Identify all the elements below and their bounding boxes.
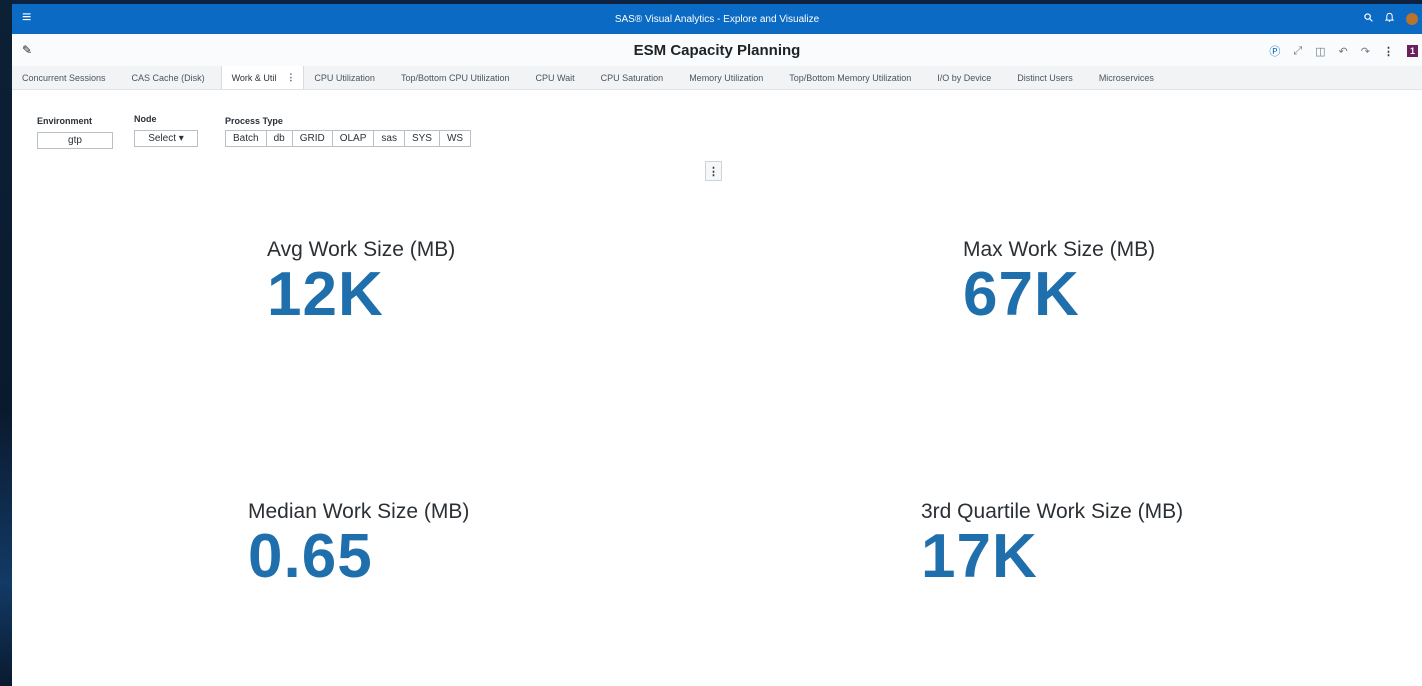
report-toolbar: Ⓟ ⤢ ◫ ↶ ↷ ⋮ 1 (1269, 43, 1418, 59)
process-type-option[interactable]: Batch (225, 130, 267, 147)
redo-icon[interactable]: ↷ (1361, 45, 1370, 58)
report-titlebar: ✎ ESM Capacity Planning Ⓟ ⤢ ◫ ↶ ↷ ⋮ 1 (12, 34, 1422, 66)
object-menu-icon[interactable]: ⋮ (705, 161, 722, 181)
expand-icon[interactable]: ⤢ (1293, 45, 1302, 58)
search-icon[interactable] (1364, 12, 1373, 25)
process-type-option[interactable]: db (266, 130, 293, 147)
bell-icon[interactable] (1384, 12, 1395, 25)
kpi-median-work-size: Median Work Size (MB) 0.65 (248, 500, 469, 588)
app-header-icons (1364, 12, 1418, 25)
tab-memory-utilization[interactable]: Memory Utilization (679, 66, 779, 89)
tab-options-icon[interactable]: ⋮ (286, 72, 295, 83)
more-icon[interactable]: ⋮ (1383, 45, 1394, 58)
process-type-control: Process Type Batch db GRID OLAP sas SYS … (225, 116, 472, 147)
node-label: Node (134, 114, 157, 124)
tab-cpu-wait[interactable]: CPU Wait (525, 66, 590, 89)
kpi-value: 17K (921, 522, 1038, 591)
node-control: Node Select ▾ (134, 114, 198, 147)
node-dropdown[interactable]: Select ▾ (134, 130, 198, 147)
kpi-label: 3rd Quartile Work Size (MB) (921, 500, 1184, 523)
tab-work-util[interactable]: Work & Util ⋮ (220, 66, 305, 89)
kpi-value: 0.65 (248, 522, 373, 591)
kpi-avg-work-size: Avg Work Size (MB) 12K (267, 238, 455, 326)
tab-concurrent-sessions[interactable]: Concurrent Sessions (12, 66, 122, 89)
undo-icon[interactable]: ↶ (1339, 45, 1348, 58)
kpi-label: Max Work Size (MB) (963, 238, 1156, 261)
process-type-option[interactable]: OLAP (332, 130, 375, 147)
tab-top-bottom-memory-utilization[interactable]: Top/Bottom Memory Utilization (779, 66, 927, 89)
environment-label: Environment (37, 116, 93, 126)
kpi-value: 67K (963, 260, 1080, 329)
app-header: ≡ SAS® Visual Analytics - Explore and Vi… (12, 4, 1422, 34)
hamburger-icon[interactable]: ≡ (22, 10, 31, 26)
kpi-label: Avg Work Size (MB) (267, 238, 456, 261)
tab-cpu-saturation[interactable]: CPU Saturation (591, 66, 680, 89)
process-type-button-bar: Batch db GRID OLAP sas SYS WS (225, 130, 472, 147)
report-title: ESM Capacity Planning (633, 41, 801, 59)
tab-top-bottom-cpu-utilization[interactable]: Top/Bottom CPU Utilization (391, 66, 526, 89)
tab-microservices[interactable]: Microservices (1089, 66, 1170, 89)
app-title: SAS® Visual Analytics - Explore and Visu… (614, 13, 820, 25)
page-tabs: Concurrent Sessions CAS Cache (Disk) Wor… (12, 66, 1422, 90)
kpi-value: 12K (267, 260, 384, 329)
user-badge[interactable]: 1 (1406, 45, 1418, 57)
layout-icon[interactable]: ◫ (1315, 45, 1325, 58)
environment-field[interactable]: gtp (37, 132, 113, 149)
kpi-label: Median Work Size (MB) (248, 500, 470, 523)
tab-io-by-device[interactable]: I/O by Device (927, 66, 1007, 89)
tab-distinct-users[interactable]: Distinct Users (1007, 66, 1089, 89)
process-type-option[interactable]: GRID (292, 130, 333, 147)
kpi-3rd-quartile-work-size: 3rd Quartile Work Size (MB) 17K (921, 500, 1183, 588)
tab-cpu-utilization[interactable]: CPU Utilization (304, 66, 391, 89)
window-frame-left (0, 0, 12, 686)
tab-cas-cache-disk[interactable]: CAS Cache (Disk) (122, 66, 221, 89)
app-window: ≡ SAS® Visual Analytics - Explore and Vi… (12, 4, 1422, 686)
kpi-max-work-size: Max Work Size (MB) 67K (963, 238, 1155, 326)
process-type-option[interactable]: sas (374, 130, 405, 147)
help-icon[interactable]: Ⓟ (1269, 43, 1280, 59)
edit-pencil-icon[interactable]: ✎ (22, 43, 32, 57)
process-type-option[interactable]: WS (439, 130, 472, 147)
avatar[interactable] (1406, 12, 1418, 25)
report-canvas: Environment gtp Node Select ▾ Process Ty… (12, 90, 1422, 686)
process-type-label: Process Type (225, 116, 283, 126)
environment-control: Environment gtp (37, 116, 113, 149)
process-type-option[interactable]: SYS (404, 130, 440, 147)
